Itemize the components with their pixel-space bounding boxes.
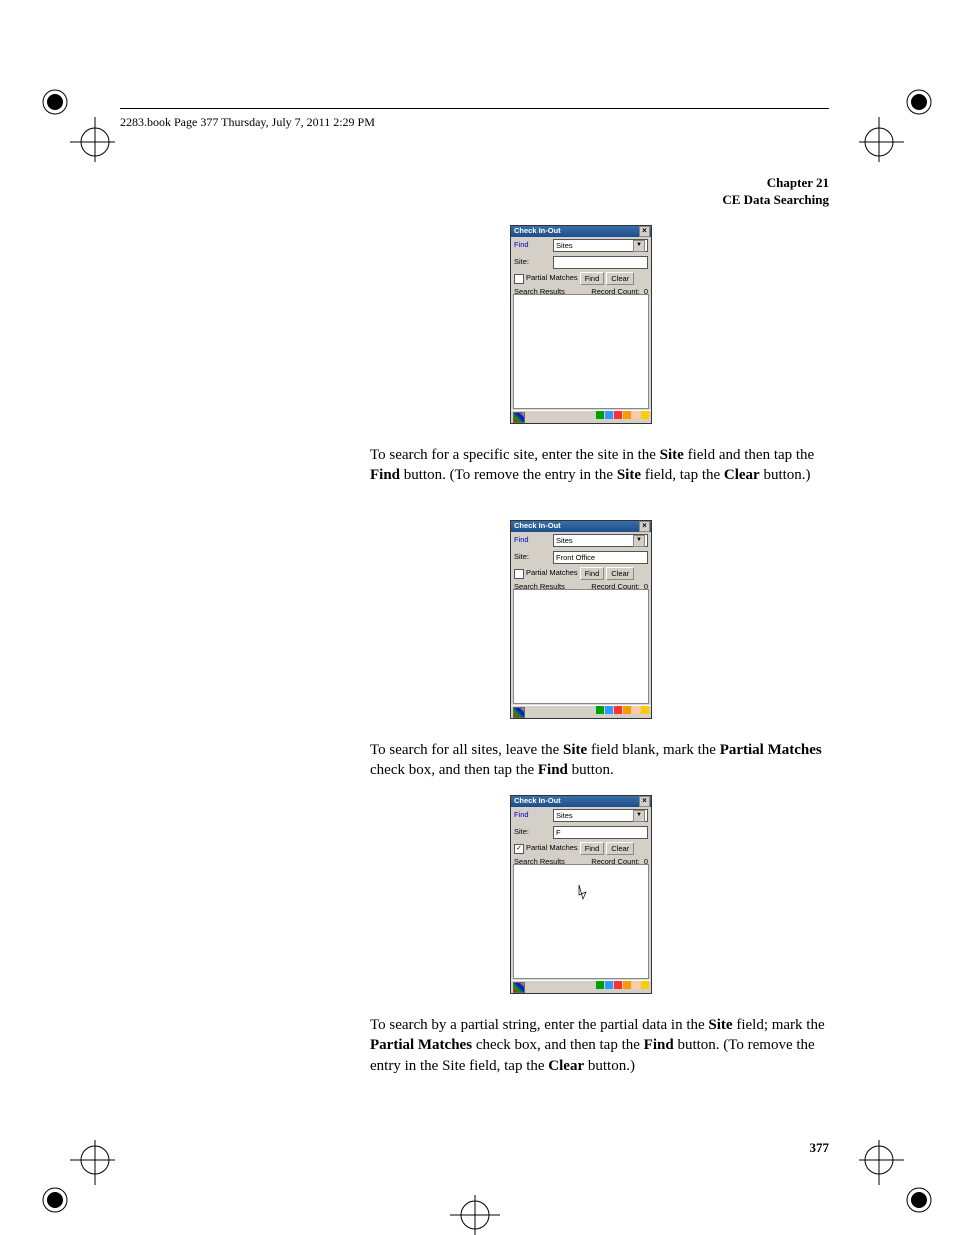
window-title: Check In-Out <box>514 521 561 531</box>
find-label: Find <box>514 535 550 545</box>
partial-matches-checkbox[interactable] <box>514 274 524 284</box>
site-input[interactable] <box>553 256 648 269</box>
paragraph-1: To search for a specific site, enter the… <box>370 445 830 486</box>
close-icon[interactable]: × <box>639 796 650 807</box>
partial-matches-checkbox[interactable] <box>514 569 524 579</box>
close-icon[interactable]: × <box>639 226 650 237</box>
start-icon[interactable] <box>513 982 525 993</box>
find-label: Find <box>514 810 550 820</box>
partial-matches-label: Partial Matches <box>526 568 578 578</box>
find-button[interactable]: Find <box>580 272 605 285</box>
clear-button[interactable]: Clear <box>606 272 634 285</box>
site-input[interactable]: Front Office <box>553 551 648 564</box>
results-list <box>513 294 649 409</box>
start-icon[interactable] <box>513 707 525 718</box>
close-icon[interactable]: × <box>639 521 650 532</box>
partial-matches-label: Partial Matches <box>526 273 578 283</box>
results-list <box>513 864 649 979</box>
running-header: 2283.book Page 377 Thursday, July 7, 201… <box>120 115 375 130</box>
find-dropdown[interactable]: Sites▼ <box>553 239 648 252</box>
screenshot-check-in-out-2: Check In-Out × Find Sites▼ Site: Front Of… <box>510 520 652 719</box>
find-label: Find <box>514 240 550 250</box>
crop-mark-icon <box>445 1195 505 1235</box>
window-title: Check In-Out <box>514 796 561 806</box>
find-button[interactable]: Find <box>580 842 605 855</box>
window-title: Check In-Out <box>514 226 561 236</box>
clear-button[interactable]: Clear <box>606 567 634 580</box>
chapter-number: Chapter 21 <box>722 175 829 192</box>
page-number: 377 <box>810 1140 830 1156</box>
partial-matches-checkbox[interactable]: ✓ <box>514 844 524 854</box>
find-dropdown[interactable]: Sites▼ <box>553 809 648 822</box>
chapter-heading: Chapter 21 CE Data Searching <box>722 175 829 209</box>
crop-mark-icon <box>859 82 939 162</box>
chevron-down-icon[interactable]: ▼ <box>633 535 645 547</box>
chevron-down-icon[interactable]: ▼ <box>633 240 645 252</box>
chapter-title: CE Data Searching <box>722 192 829 209</box>
partial-matches-label: Partial Matches <box>526 843 578 853</box>
site-label: Site: <box>514 552 550 562</box>
site-label: Site: <box>514 257 550 267</box>
screenshot-check-in-out-3: Check In-Out × Find Sites▼ Site: F ✓Parti… <box>510 795 652 994</box>
find-button[interactable]: Find <box>580 567 605 580</box>
header-rule <box>120 108 829 109</box>
paragraph-3: To search by a partial string, enter the… <box>370 1015 830 1076</box>
find-dropdown[interactable]: Sites▼ <box>553 534 648 547</box>
crop-mark-icon <box>35 82 115 162</box>
crop-mark-icon <box>859 1140 939 1220</box>
paragraph-2: To search for all sites, leave the Site … <box>370 740 830 781</box>
site-input[interactable]: F <box>553 826 648 839</box>
screenshot-check-in-out-1: Check In-Out × Find Sites▼ Site: Partial … <box>510 225 652 424</box>
results-list <box>513 589 649 704</box>
taskbar <box>511 410 651 423</box>
chevron-down-icon[interactable]: ▼ <box>633 810 645 822</box>
site-label: Site: <box>514 827 550 837</box>
crop-mark-icon <box>35 1140 115 1220</box>
taskbar <box>511 980 651 993</box>
taskbar <box>511 705 651 718</box>
clear-button[interactable]: Clear <box>606 842 634 855</box>
start-icon[interactable] <box>513 412 525 423</box>
